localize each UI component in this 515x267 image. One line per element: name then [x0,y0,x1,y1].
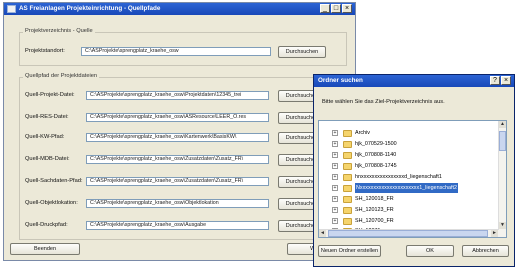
source-row-label: Quell-RES-Datei: [25,114,69,120]
tree-item-label: SH_120700_FR [355,218,394,224]
scroll-up-icon[interactable]: ▲ [499,121,506,128]
tree-item-label: SH_120123_FR [355,207,394,213]
source-row-label: Quell-Projekt-Datei: [25,92,75,98]
cancel-button[interactable]: Abbrechen [462,245,509,257]
source-row-field[interactable]: C:\ASProjekte\sprengplatz_kraehe_osw\ASR… [86,113,269,122]
folder-icon [343,185,352,192]
folder-icon [343,130,352,137]
maximize-button[interactable]: □ [331,4,341,13]
folder-dialog-titlebar[interactable]: Ordner suchen ? × [314,75,514,87]
folder-icon [343,163,352,170]
source-row-label: Quell-Druckpfad: [25,222,68,228]
main-window-title: AS Freianlagen Projekteinrichtung - Quel… [19,5,161,12]
new-folder-button[interactable]: Neuen Ordner erstellen [318,245,381,257]
expand-icon[interactable]: + [332,218,338,224]
folder-icon [343,174,352,181]
expand-icon[interactable]: + [332,196,338,202]
tree-item-label: hjk_070808-1140 [355,152,397,158]
tree-item[interactable]: + SH_120018_FR [319,194,499,204]
source-row-field[interactable]: C:\ASProjekte\sprengplatz_kraehe_osw\Obj… [86,199,269,208]
tree-item[interactable]: + SH_120123_FR [319,205,499,215]
source-row-label: Quell-MDB-Datei: [25,156,70,162]
exit-button[interactable]: Beenden [10,243,80,255]
main-window: AS Freianlagen Projekteinrichtung - Quel… [3,2,356,261]
source-row-field[interactable]: C:\ASProjekte\sprengplatz_kraehe_osw\Pro… [86,91,269,100]
source-row-field[interactable]: C:\ASProjekte\sprengplatz_kraehe_osw\Zus… [86,177,269,186]
tree-item-label: hjk_070529-1500 [355,141,397,147]
tree-item[interactable]: + hnxxxxxxxxxxxxxxxxd_liegenschaft1 [319,172,499,182]
tree-item[interactable]: + hjk_070808-1140 [319,150,499,160]
expand-icon[interactable]: + [332,130,338,136]
scroll-thumb[interactable] [499,131,506,151]
tree-item-label: Nxxxxxxxxxxxxxxxxxxxxxx1_liegenschaft2 [355,183,458,193]
project-browse-button[interactable]: Durchsuchen [278,46,326,58]
scroll-thumb[interactable] [328,230,488,237]
tree-item-selected[interactable]: + Nxxxxxxxxxxxxxxxxxxxxxx1_liegenschaft2 [319,183,499,193]
ok-button[interactable]: OK [406,245,454,257]
source-row-field[interactable]: C:\ASProjekte\sprengplatz_kraehe_osw\Zus… [86,155,269,164]
tree-item-label: hnxxxxxxxxxxxxxxxxd_liegenschaft1 [355,174,442,180]
expand-icon[interactable]: + [332,185,338,191]
source-row-label: Quell-Sachdaten-Pfad: [25,178,83,184]
project-location-label: Projektstandort: [25,48,65,54]
expand-icon[interactable]: + [332,141,338,147]
expand-icon[interactable]: + [332,174,338,180]
folder-icon [343,141,352,148]
tree-item-label: SH_120018_FR [355,196,394,202]
folder-icon [343,218,352,225]
project-location-field[interactable]: C:\ASProjekte\sprengplatz_kraehe_osw [81,47,271,56]
tree-horizontal-scrollbar[interactable]: ◄ ► [319,229,499,237]
minimize-button[interactable]: _ [320,4,330,13]
source-row-field[interactable]: C:\ASProjekte\sprengplatz_kraehe_osw\Aus… [86,221,269,230]
folder-icon [343,196,352,203]
source-row-label: Quell-KW-Pfad: [25,134,65,140]
scroll-down-icon[interactable]: ▼ [499,222,506,229]
project-group-legend: Projektverzeichnis - Quelle [23,28,95,35]
tree-item[interactable]: + SH_120700_FR [319,216,499,226]
folder-icon [343,152,352,159]
source-group-legend: Quellpfad der Projektdateien [23,73,100,80]
folder-dialog-instruction: Bitte wählen Sie das Ziel-Projektverzeic… [322,99,445,105]
app-icon [7,5,16,13]
expand-icon[interactable]: + [332,152,338,158]
source-row-field[interactable]: C:\ASProjekte\sprengplatz_kraehe_osw\Kar… [86,133,269,142]
folder-dialog: Ordner suchen ? × Bitte wählen Sie das Z… [313,74,515,267]
tree-item-label: hjk_070808-1745 [355,163,397,169]
expand-icon[interactable]: + [332,207,338,213]
folder-dialog-title: Ordner suchen [318,77,363,84]
tree-vertical-scrollbar[interactable]: ▲ ▼ [498,121,506,237]
scroll-right-icon[interactable]: ► [491,230,498,237]
tree-item-label: Archiv [355,130,370,136]
scroll-left-icon[interactable]: ◄ [319,230,326,237]
folder-icon [343,207,352,214]
main-titlebar[interactable]: AS Freianlagen Projekteinrichtung - Quel… [4,3,355,15]
tree-item[interactable]: + hjk_070808-1745 [319,161,499,171]
tree-item[interactable]: + Archiv [319,128,499,138]
dialog-close-button[interactable]: × [501,76,511,85]
folder-tree[interactable]: + Archiv + hjk_070529-1500 + hjk_070808-… [318,120,507,238]
tree-item[interactable]: + hjk_070529-1500 [319,139,499,149]
expand-icon[interactable]: + [332,163,338,169]
help-button[interactable]: ? [490,76,500,85]
close-button[interactable]: × [342,4,352,13]
source-row-label: Quell-Objektlokation: [25,200,78,206]
